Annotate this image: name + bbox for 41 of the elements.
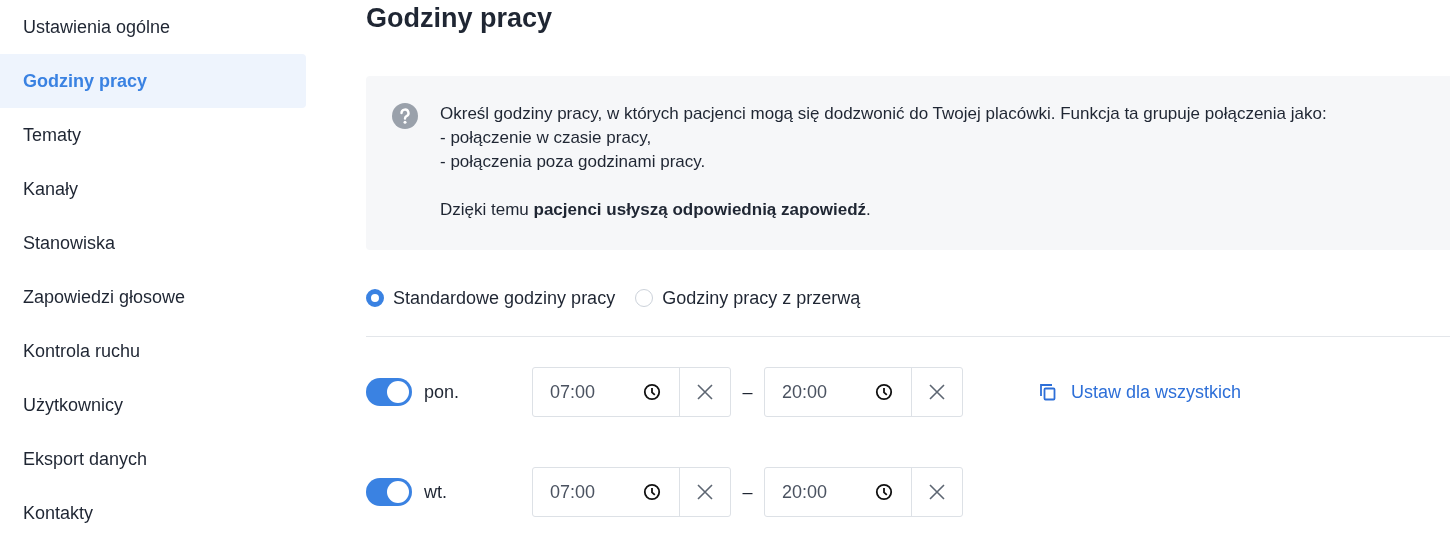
- sidebar-item[interactable]: Kontrola ruchu: [0, 324, 306, 378]
- info-text: Dzięki temu pacjenci usłyszą odpowiednią zapowiedź.: [440, 199, 872, 221]
- time-field[interactable]: 07:00: [532, 467, 731, 517]
- info-text: - połączenie w czasie pracy,: [440, 127, 653, 149]
- time-field[interactable]: 07:00: [532, 367, 731, 417]
- toggle-switch[interactable]: [366, 478, 412, 506]
- clock-icon[interactable]: [643, 483, 661, 501]
- day-label: pon.: [424, 381, 461, 403]
- sidebar-item[interactable]: Kanały: [0, 162, 306, 216]
- close-icon[interactable]: [696, 383, 714, 401]
- sidebar-item[interactable]: Stanowiska: [0, 216, 306, 270]
- range-dash: –: [741, 481, 754, 503]
- day-label: wt.: [424, 481, 448, 503]
- page-title: Godziny pracy: [366, 3, 554, 35]
- range-dash: –: [741, 381, 754, 403]
- radio-circle[interactable]: [366, 289, 384, 307]
- sidebar-item[interactable]: Kontakty: [0, 486, 306, 540]
- sidebar-item[interactable]: Użytkownicy: [0, 378, 306, 432]
- info-text: - połączenia poza godzinami pracy.: [440, 151, 707, 173]
- close-icon[interactable]: [928, 383, 946, 401]
- time-field[interactable]: 20:00: [764, 467, 963, 517]
- time-value[interactable]: 07:00: [550, 481, 596, 503]
- time-value[interactable]: 20:00: [782, 481, 828, 503]
- help-icon: [392, 103, 418, 129]
- close-icon[interactable]: [696, 483, 714, 501]
- sidebar-item[interactable]: Ustawienia ogólne: [0, 0, 306, 54]
- clock-icon[interactable]: [875, 383, 893, 401]
- time-field[interactable]: 20:00: [764, 367, 963, 417]
- sidebar-item[interactable]: Tematy: [0, 108, 306, 162]
- copy-icon: [1039, 383, 1057, 401]
- clock-icon[interactable]: [643, 383, 661, 401]
- clock-icon[interactable]: [875, 483, 893, 501]
- close-icon[interactable]: [928, 483, 946, 501]
- info-text: Określ godziny pracy, w których pacjenci mogą się dodzwonić do Twojej placówki. Funkcja ta grupuje połączenia jako:: [440, 103, 1327, 125]
- copy-link-text[interactable]: Ustaw dla wszystkich: [1071, 381, 1242, 403]
- toggle-switch[interactable]: [366, 378, 412, 406]
- sidebar-item[interactable]: Eksport danych: [0, 432, 306, 486]
- time-value[interactable]: 20:00: [782, 381, 828, 403]
- copy-link[interactable]: Ustaw dla wszystkich: [1039, 381, 1242, 403]
- time-value[interactable]: 07:00: [550, 381, 596, 403]
- sidebar-item[interactable]: Zapowiedzi głosowe: [0, 270, 306, 324]
